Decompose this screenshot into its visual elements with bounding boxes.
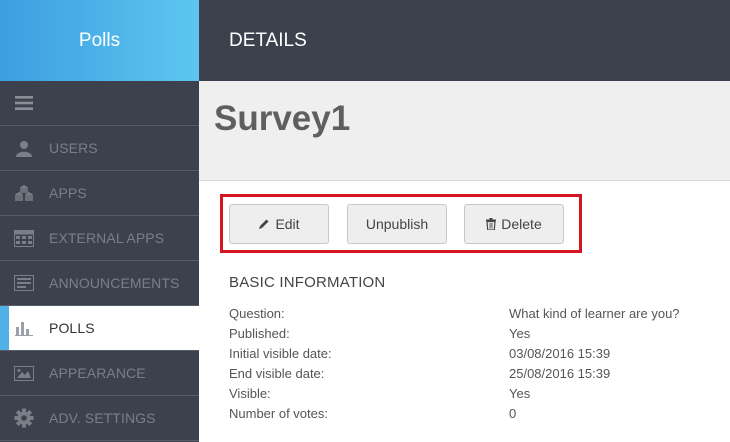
header-title: DETAILS: [229, 29, 307, 51]
info-row-published: Published: Yes: [229, 326, 719, 346]
edit-button[interactable]: Edit: [229, 204, 329, 244]
edit-button-label: Edit: [275, 216, 300, 232]
app-title: Polls: [78, 29, 121, 51]
info-label: Visible:: [229, 386, 271, 401]
sidebar-item-label: ADV. SETTINGS: [49, 410, 156, 426]
menu-icon: [14, 93, 34, 113]
sidebar-item-label: POLLS: [49, 320, 95, 336]
info-row-visible: Visible: Yes: [229, 386, 719, 406]
sidebar-item-apps[interactable]: APPS: [0, 171, 199, 216]
user-icon: [14, 138, 34, 158]
sidebar-item-label: ANNOUNCEMENTS: [49, 275, 180, 291]
sidebar-item-external-apps[interactable]: EXTERNAL APPS: [0, 216, 199, 261]
delete-button[interactable]: Delete: [464, 204, 564, 244]
basic-information-heading: BASIC INFORMATION: [229, 274, 386, 291]
sidebar-item-announcements[interactable]: ANNOUNCEMENTS: [0, 261, 199, 306]
info-label: Number of votes:: [229, 406, 328, 421]
page-title-area: Survey1: [199, 81, 730, 181]
sidebar-nav: USERS APPS EXTERNAL APPS ANNOUNCEMENTS P…: [0, 81, 199, 441]
sidebar: Polls USERS APPS EXTERNAL APPS ANNOUNCEM…: [0, 0, 199, 442]
info-label: Initial visible date:: [229, 346, 332, 361]
gear-icon: [14, 408, 34, 428]
info-label: End visible date:: [229, 366, 325, 381]
info-value: 25/08/2016 15:39: [509, 366, 611, 381]
trash-icon: [486, 218, 497, 230]
info-value: What kind of learner are you?: [509, 306, 680, 321]
sidebar-item-label: APPEARANCE: [49, 365, 146, 381]
polls-icon: [14, 318, 34, 338]
info-row-end-visible-date: End visible date: 25/08/2016 15:39: [229, 366, 719, 386]
info-row-question: Question: What kind of learner are you?: [229, 306, 719, 326]
sidebar-item-label: APPS: [49, 185, 87, 201]
actions-highlight-box: Edit Unpublish Delete: [220, 194, 582, 253]
info-value: Yes: [509, 386, 531, 401]
info-label: Question:: [229, 306, 285, 321]
apps-icon: [14, 183, 34, 203]
info-row-initial-visible-date: Initial visible date: 03/08/2016 15:39: [229, 346, 719, 366]
sidebar-menu-toggle[interactable]: [0, 81, 199, 126]
pencil-icon: [258, 218, 270, 230]
details-content: Edit Unpublish Delete BASIC INFORMATION …: [199, 181, 730, 442]
info-value: 0: [509, 406, 517, 421]
announcements-icon: [14, 273, 34, 293]
appearance-icon: [14, 363, 34, 383]
sidebar-item-appearance[interactable]: APPEARANCE: [0, 351, 199, 396]
unpublish-button[interactable]: Unpublish: [347, 204, 447, 244]
info-value: Yes: [509, 326, 531, 341]
sidebar-item-label: USERS: [49, 140, 98, 156]
sidebar-item-polls[interactable]: POLLS: [0, 306, 199, 351]
page-title: Survey1: [214, 99, 351, 138]
info-value: 03/08/2016 15:39: [509, 346, 611, 361]
unpublish-button-label: Unpublish: [365, 216, 429, 232]
sidebar-item-label: EXTERNAL APPS: [49, 230, 165, 246]
delete-button-label: Delete: [501, 216, 542, 232]
external-apps-icon: [14, 228, 34, 248]
info-row-number-of-votes: Number of votes: 0: [229, 406, 719, 426]
sidebar-item-users[interactable]: USERS: [0, 126, 199, 171]
sidebar-item-adv-settings[interactable]: ADV. SETTINGS: [0, 396, 199, 441]
header-bar: DETAILS: [199, 0, 730, 81]
app-brand[interactable]: Polls: [0, 0, 199, 81]
info-label: Published:: [229, 326, 290, 341]
basic-information-list: Question: What kind of learner are you? …: [229, 306, 719, 426]
